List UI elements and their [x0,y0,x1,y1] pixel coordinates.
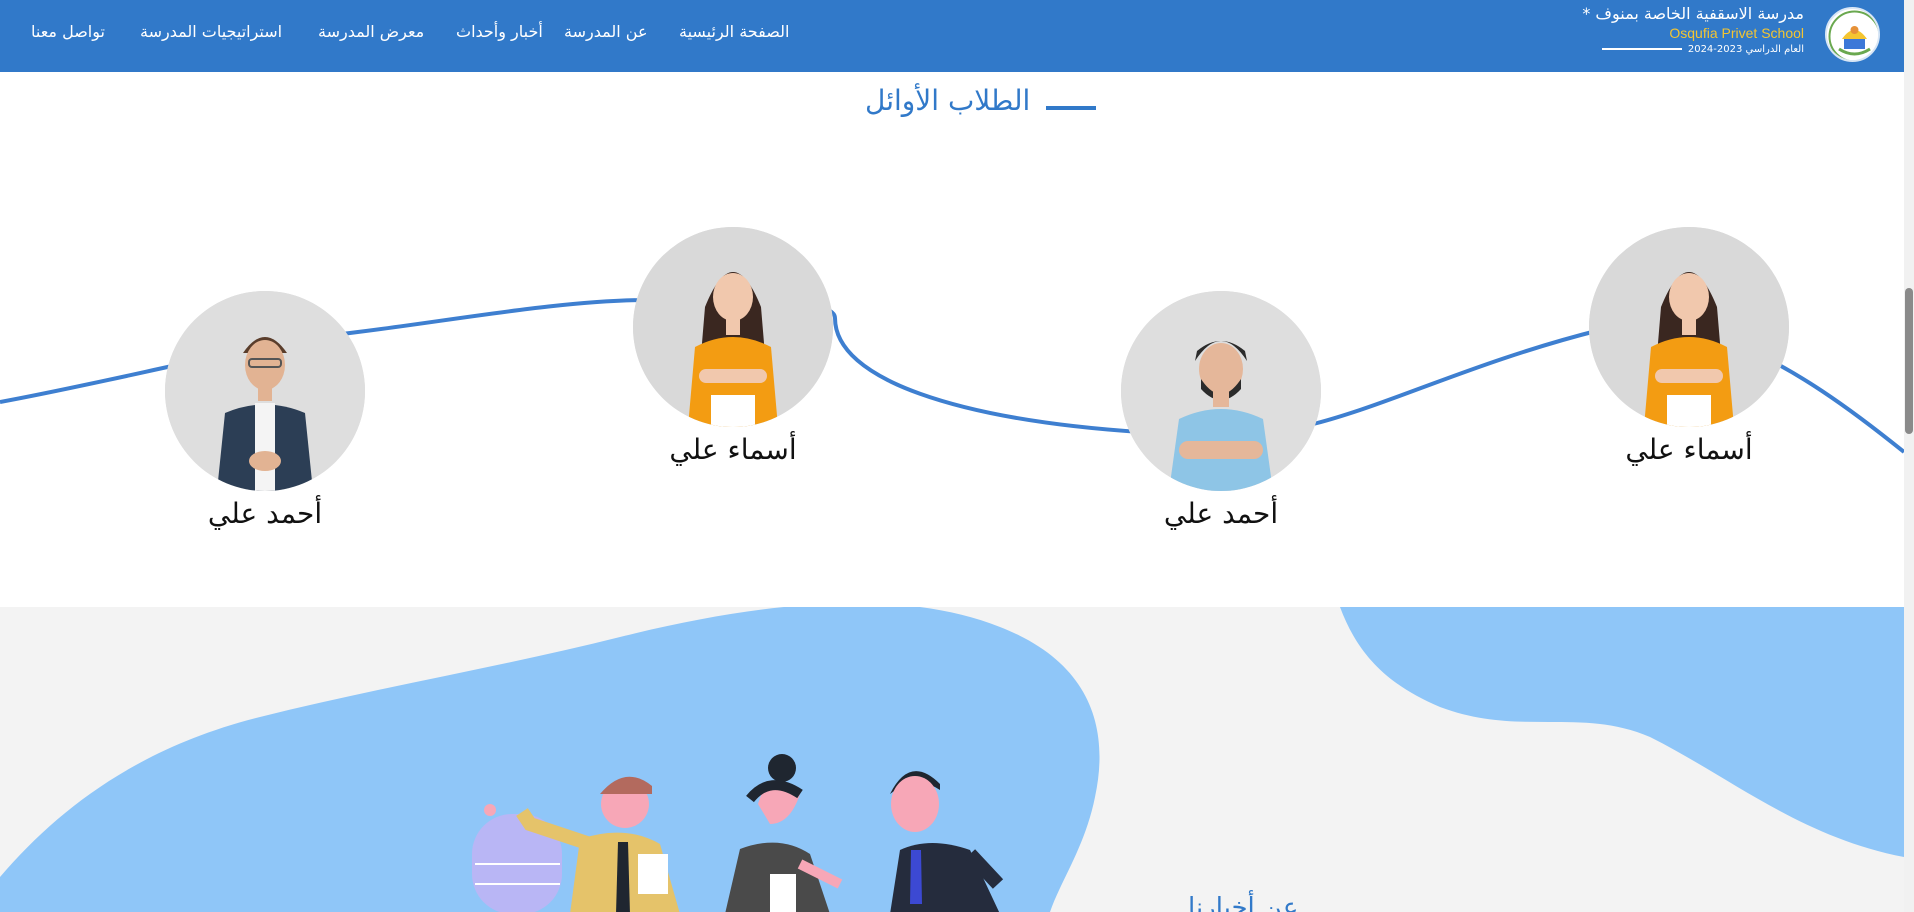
student-name-1: أسماء علي [1625,433,1753,466]
scrollbar-thumb[interactable] [1905,288,1913,434]
student-name-4: أحمد علي [207,497,323,530]
student-name-2: أحمد علي [1163,497,1279,530]
scrollbar-track[interactable] [1904,0,1914,912]
lower-caption: ... عن أخبارنا [1188,893,1332,912]
student-avatar-4[interactable] [165,291,365,491]
team-illustration [472,754,1004,912]
student-name-3: أسماء علي [669,433,797,466]
page: مدرسة الاسقفية الخاصة بمنوف * Osqufia Pr… [0,0,1914,912]
lower-section [0,607,1904,912]
student-avatar-1[interactable] [1589,227,1789,427]
student-avatar-2[interactable] [1121,291,1321,491]
student-avatar-3[interactable] [633,227,833,427]
